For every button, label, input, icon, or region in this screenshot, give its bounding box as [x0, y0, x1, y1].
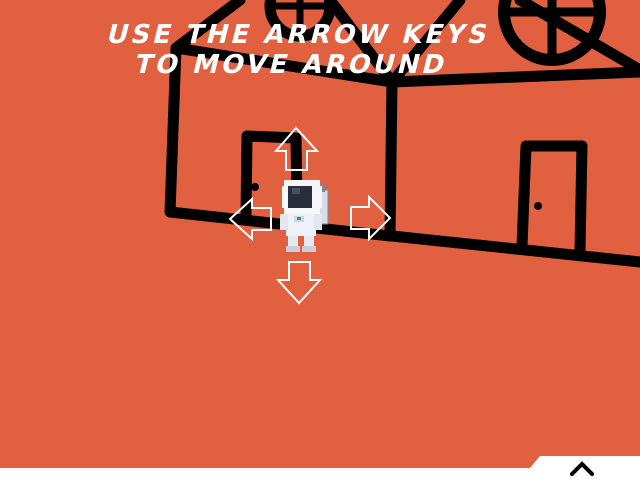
astronaut-player — [280, 180, 329, 252]
instruction-line-2: TO MOVE AROUND — [131, 50, 451, 80]
instruction-text: USE THE ARROW KEYS TO MOVE AROUND — [0, 20, 597, 80]
instruction-line-1: USE THE ARROW KEYS — [103, 20, 494, 50]
door-knob-left — [251, 183, 259, 191]
door-right — [516, 140, 588, 256]
door-knob-right — [534, 202, 542, 210]
chevron-up-icon — [570, 461, 594, 476]
house-right-base — [386, 230, 640, 268]
game-canvas[interactable]: USE THE ARROW KEYS TO MOVE AROUND — [0, 0, 640, 480]
arrow-down-icon — [275, 261, 323, 305]
menu-toggle-button[interactable] — [566, 456, 598, 480]
